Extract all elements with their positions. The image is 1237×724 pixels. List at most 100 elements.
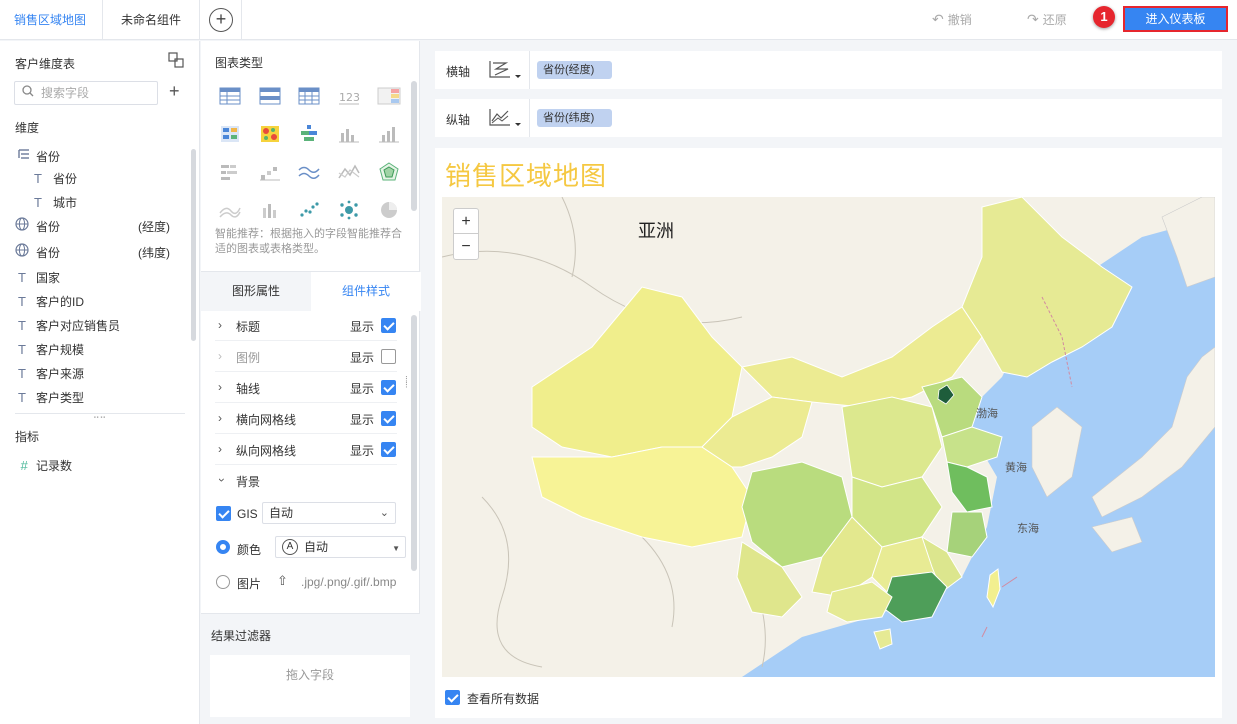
table-name: 客户维度表 [15,57,76,71]
detail-table-icon[interactable] [297,85,321,107]
prop-state-label: 显示 [350,320,375,334]
view-all-checkbox[interactable] [445,690,460,705]
group-table-icon[interactable] [218,85,242,107]
show-legend-checkbox[interactable] [381,349,396,364]
bar-chart-icon[interactable] [337,123,361,145]
resize-handle[interactable]: ⠒⠒ [93,413,106,424]
line-chart-icon[interactable] [297,161,321,183]
prop-row-title[interactable]: › 标题 显示 [215,311,397,341]
enter-dashboard-button[interactable]: 进入仪表板 [1123,6,1228,32]
color-select[interactable]: A 自动 ▼ [275,536,406,558]
auto-color-icon: A [282,539,298,555]
column-chart-icon[interactable] [377,123,401,145]
add-tab-button[interactable]: + [200,0,242,40]
redo-button[interactable]: ↷ 还原 [1027,11,1067,28]
chevron-right-icon: › [218,442,222,456]
show-axis-checkbox[interactable] [381,380,396,395]
prop-state-label: 显示 [350,382,375,396]
dimension-field-customer-source[interactable]: T 客户来源 [0,363,190,385]
gis-label: GIS [237,507,258,521]
chart-type-scrollbar[interactable] [411,81,417,211]
dimension-field-country[interactable]: T 国家 [0,267,190,289]
image-row: 图片 ⇧ .jpg/.png/.gif/.bmp [215,572,397,598]
divider [529,51,530,89]
color-table-icon[interactable] [377,85,401,107]
prop-label: 标题 [236,320,261,334]
field-name: 省份 [36,150,61,164]
prop-label: 横向网格线 [236,413,297,427]
show-title-checkbox[interactable] [381,318,396,333]
gis-select-value: 自动 [269,506,294,520]
region-map[interactable]: + − 亚洲 渤海 黄海 东海 [442,197,1215,677]
property-scrollbar[interactable] [411,315,417,571]
prop-row-background[interactable]: › 背景 [215,466,397,496]
search-input[interactable] [41,85,151,101]
dimension-field-province-group[interactable]: 省份 [0,146,190,168]
zoom-in-button[interactable]: + [454,209,478,234]
svg-text:123: 123 [339,91,360,104]
dimension-field-customer-size[interactable]: T 客户规模 [0,339,190,361]
combo-bar-icon[interactable] [258,199,282,221]
y-axis-type-icon[interactable] [488,106,524,130]
upload-icon[interactable]: ⇧ [277,573,288,589]
stream-chart-icon[interactable] [218,199,242,221]
add-field-button[interactable]: + [169,81,180,102]
range-chart-icon[interactable] [297,123,321,145]
x-axis-field-pill[interactable]: 省份(经度) [537,61,613,79]
dimension-scrollbar[interactable] [191,149,196,341]
waterfall-chart-icon[interactable] [258,161,282,183]
dimension-field-province-latitude[interactable]: 省份 (纬度) [0,242,190,264]
gis-checkbox[interactable] [216,506,231,521]
dimension-field-city[interactable]: T 城市 [0,192,190,214]
tab-sales-region-map[interactable]: 销售区域地图 [0,0,100,40]
prop-row-vertical-grid[interactable]: › 纵向网格线 显示 [215,435,397,465]
prop-row-horizontal-grid[interactable]: › 横向网格线 显示 [215,404,397,434]
filter-drop-zone[interactable]: 拖入字段 [210,655,410,717]
tab-unnamed-component[interactable]: 未命名组件 [102,0,200,40]
stacked-bar-icon[interactable] [218,161,242,183]
search-icon [22,85,34,100]
prop-row-axis[interactable]: › 轴线 显示 [215,373,397,403]
dimension-field-salesperson[interactable]: T 客户对应销售员 [0,315,190,337]
resize-handle-vertical[interactable]: ⁝ ⁝ [405,375,408,390]
dimension-field-customer-id[interactable]: T 客户的ID [0,291,190,313]
dimension-field-customer-type[interactable]: T 客户类型 [0,387,190,409]
sea-label-east-sea: 东海 [1017,523,1039,535]
undo-button[interactable]: ↶ 撤销 [932,11,972,28]
show-vertical-grid-checkbox[interactable] [381,442,396,457]
chevron-right-icon: › [218,411,222,425]
field-name: 客户对应销售员 [36,319,121,333]
switch-table-icon[interactable] [168,52,184,68]
color-radio[interactable] [216,540,230,554]
bubble-chart-icon[interactable] [337,199,361,221]
field-name: 省份 [36,220,61,234]
show-horizontal-grid-checkbox[interactable] [381,411,396,426]
area-chart-icon[interactable] [337,161,361,183]
property-tabs: 图形属性 组件样式 [201,271,421,311]
gis-select[interactable]: 自动 ⌄ [262,502,396,524]
pie-chart-icon[interactable] [377,199,401,221]
radar-chart-icon[interactable] [377,161,401,183]
zoom-out-button[interactable]: − [454,234,478,259]
tab-component-style[interactable]: 组件样式 [311,272,421,311]
measure-field-record-count[interactable]: # 记录数 [0,455,190,477]
x-axis-type-icon[interactable] [488,58,524,82]
field-panel: 客户维度表 + 维度 省份 T 省份 T 城市 省份 (经度) 省份 (纬度) [0,41,200,724]
cross-table-icon[interactable] [258,85,282,107]
prop-label: 纵向网格线 [236,444,297,458]
scatter-chart-icon[interactable] [297,199,321,221]
kpi-number-icon[interactable]: 123 [337,85,361,107]
multi-metric-icon[interactable] [218,123,242,145]
heat-map-icon[interactable] [258,123,282,145]
chevron-right-icon: › [218,318,222,332]
tab-graph-properties[interactable]: 图形属性 [201,272,311,311]
prop-row-legend[interactable]: › 图例 显示 [215,342,397,372]
text-icon: T [34,195,42,210]
plus-icon: + [209,8,233,32]
y-axis-field-pill[interactable]: 省份(纬度) [537,109,613,127]
caret-down-icon: ▼ [392,544,400,553]
image-radio[interactable] [216,575,230,589]
continent-label: 亚洲 [638,221,674,241]
dimension-field-province[interactable]: T 省份 [0,168,190,190]
dimension-field-province-longitude[interactable]: 省份 (经度) [0,216,190,238]
